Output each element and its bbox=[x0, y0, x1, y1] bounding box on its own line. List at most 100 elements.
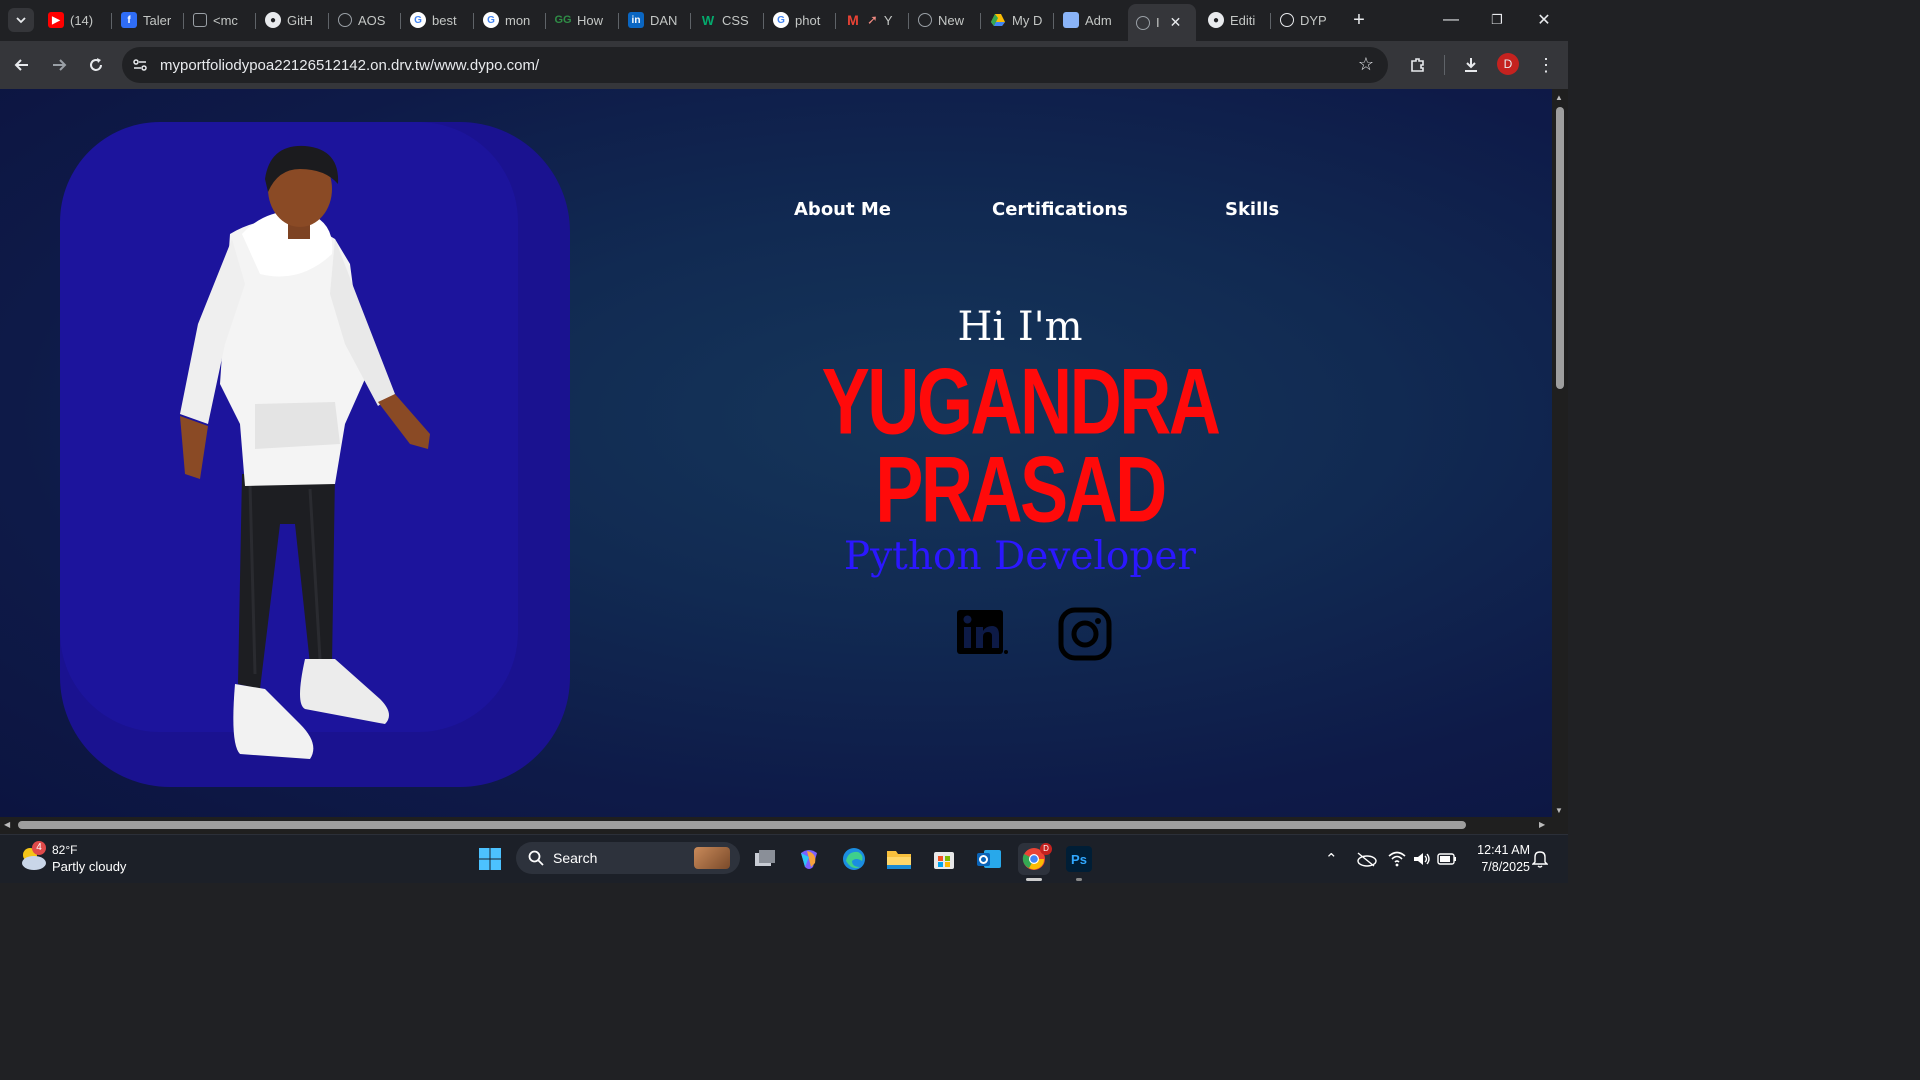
google-icon: G bbox=[483, 12, 499, 28]
url-text: myportfoliodypoa22126512142.on.drv.tw/ww… bbox=[160, 56, 540, 74]
tab-admin[interactable]: Adm bbox=[1063, 6, 1118, 34]
tab-google-phot[interactable]: G phot bbox=[773, 6, 828, 34]
tab-github-edit[interactable]: ● Editi bbox=[1208, 6, 1263, 34]
close-icon[interactable]: ✕ bbox=[1170, 14, 1182, 31]
nav-skills[interactable]: Skills bbox=[1225, 199, 1279, 220]
photoshop-icon[interactable]: Ps bbox=[1063, 843, 1095, 881]
tab-youtube[interactable]: ▶ (14) bbox=[48, 6, 108, 34]
instagram-icon[interactable] bbox=[1058, 607, 1112, 661]
tab-new[interactable]: New bbox=[918, 6, 973, 34]
tab-gmail[interactable]: M ➚ Y bbox=[845, 6, 900, 34]
tab-google-mon[interactable]: G mon bbox=[483, 6, 538, 34]
wifi-icon[interactable] bbox=[1388, 851, 1406, 867]
tab-active[interactable]: I ✕ bbox=[1128, 4, 1196, 41]
github-icon: ● bbox=[1208, 12, 1224, 28]
close-window-button[interactable]: ✕ bbox=[1529, 8, 1559, 32]
tab-mc[interactable]: <mc bbox=[193, 6, 248, 34]
tab-css[interactable]: W CSS bbox=[700, 6, 755, 34]
edge-icon[interactable] bbox=[838, 843, 870, 875]
tab-search-button[interactable] bbox=[8, 8, 34, 32]
tab-taler[interactable]: f Taler bbox=[121, 6, 176, 34]
github-icon: ● bbox=[265, 12, 281, 28]
openai-icon bbox=[1280, 13, 1294, 27]
arrow-right-icon bbox=[53, 59, 67, 71]
reload-icon bbox=[90, 58, 102, 71]
linkedin-icon[interactable] bbox=[952, 607, 1010, 657]
tab-google-best[interactable]: G best bbox=[410, 6, 465, 34]
extensions-button[interactable] bbox=[1406, 53, 1430, 77]
vertical-scrollbar[interactable]: ▲ ▼ bbox=[1552, 89, 1568, 817]
vertical-scroll-thumb[interactable] bbox=[1556, 107, 1564, 389]
file-explorer-icon[interactable] bbox=[883, 843, 915, 875]
scroll-down-arrow-icon[interactable]: ▼ bbox=[1555, 806, 1563, 815]
greeting-text: Hi I'm bbox=[957, 304, 1083, 350]
copilot-icon[interactable] bbox=[793, 843, 825, 875]
avatar-3d-character bbox=[180, 145, 430, 759]
outlook-icon[interactable] bbox=[973, 843, 1005, 875]
profile-avatar[interactable]: D bbox=[1497, 53, 1519, 75]
new-tab-button[interactable]: + bbox=[1344, 8, 1374, 32]
tab-github[interactable]: ● GitH bbox=[265, 6, 320, 34]
globe-icon bbox=[1136, 15, 1150, 30]
globe-icon bbox=[338, 13, 352, 27]
clock-time: 12:41 AM bbox=[1477, 843, 1530, 857]
bookmark-star-icon[interactable]: ☆ bbox=[1358, 54, 1374, 75]
taskbar-search-box[interactable]: Search bbox=[516, 842, 740, 874]
horizontal-scroll-thumb[interactable] bbox=[18, 821, 1466, 829]
gmail-icon: M bbox=[847, 12, 859, 28]
battery-icon[interactable] bbox=[1437, 852, 1457, 866]
forward-button[interactable] bbox=[47, 53, 71, 77]
menu-kebab-icon[interactable]: ⋮ bbox=[1534, 53, 1558, 77]
tab-dyp[interactable]: DYP bbox=[1280, 6, 1335, 34]
back-button[interactable] bbox=[10, 53, 34, 77]
google-icon: G bbox=[773, 12, 789, 28]
weather-temp: 82°F bbox=[52, 843, 78, 857]
tab-how[interactable]: GG How bbox=[555, 6, 610, 34]
youtube-icon: ▶ bbox=[48, 12, 64, 28]
tab-aos[interactable]: AOS bbox=[338, 6, 393, 34]
drive-icon bbox=[991, 14, 1005, 26]
task-view-icon[interactable] bbox=[749, 843, 781, 875]
hero-name-line2: PRASAD bbox=[875, 436, 1167, 542]
nav-certifications[interactable]: Certifications bbox=[992, 199, 1128, 220]
page-viewport: About Me Certifications Skills Hi I'm YU… bbox=[0, 89, 1552, 817]
scroll-up-arrow-icon[interactable]: ▲ bbox=[1555, 93, 1563, 102]
minimize-button[interactable]: — bbox=[1436, 8, 1466, 32]
address-bar[interactable]: myportfoliodypoa22126512142.on.drv.tw/ww… bbox=[122, 47, 1388, 83]
tab-linkedin[interactable]: in DAN bbox=[628, 6, 683, 34]
microsoft-store-icon[interactable] bbox=[928, 843, 960, 875]
horizontal-scrollbar[interactable]: ◀ ▶ bbox=[0, 817, 1568, 834]
tab-drive[interactable]: My D bbox=[990, 6, 1045, 34]
site-info-icon[interactable] bbox=[132, 57, 148, 73]
nav-about-me[interactable]: About Me bbox=[794, 199, 891, 220]
chrome-profile-badge: D bbox=[1040, 843, 1052, 855]
globe-icon bbox=[918, 13, 932, 27]
search-icon bbox=[528, 850, 544, 866]
puzzle-icon bbox=[1411, 58, 1424, 72]
download-icon bbox=[1465, 58, 1477, 72]
browser-toolbar: myportfoliodypoa22126512142.on.drv.tw/ww… bbox=[0, 41, 1568, 89]
weather-badge: 4 bbox=[32, 841, 46, 855]
role-text: Python Developer bbox=[843, 534, 1197, 579]
onedrive-offline-icon[interactable] bbox=[1355, 851, 1377, 867]
restore-button[interactable]: ❐ bbox=[1482, 8, 1512, 32]
app-icon: f bbox=[121, 12, 137, 28]
downloads-button[interactable] bbox=[1459, 53, 1483, 77]
admin-icon bbox=[1063, 12, 1079, 28]
start-button[interactable] bbox=[474, 843, 506, 875]
windows-logo-icon bbox=[479, 848, 501, 870]
volume-icon[interactable] bbox=[1413, 851, 1431, 867]
windows-taskbar: 4 82°F Partly cloudy Search D Ps ⌃ 12:41… bbox=[0, 834, 1568, 883]
taskbar-clock[interactable]: 12:41 AM 7/8/2025 bbox=[1466, 842, 1530, 876]
arrow-left-icon bbox=[14, 59, 28, 71]
weather-widget[interactable]: 4 82°F Partly cloudy bbox=[18, 841, 148, 877]
notification-bell-icon[interactable] bbox=[1532, 850, 1548, 868]
scroll-left-arrow-icon[interactable]: ◀ bbox=[4, 820, 10, 829]
scroll-right-arrow-icon[interactable]: ▶ bbox=[1539, 820, 1545, 829]
chevron-down-icon bbox=[16, 17, 26, 24]
w3schools-icon: W bbox=[701, 12, 715, 28]
google-icon: G bbox=[410, 12, 426, 28]
chevron-up-icon[interactable]: ⌃ bbox=[1325, 850, 1338, 868]
reload-button[interactable] bbox=[84, 53, 108, 77]
chrome-icon[interactable]: D bbox=[1018, 843, 1052, 881]
